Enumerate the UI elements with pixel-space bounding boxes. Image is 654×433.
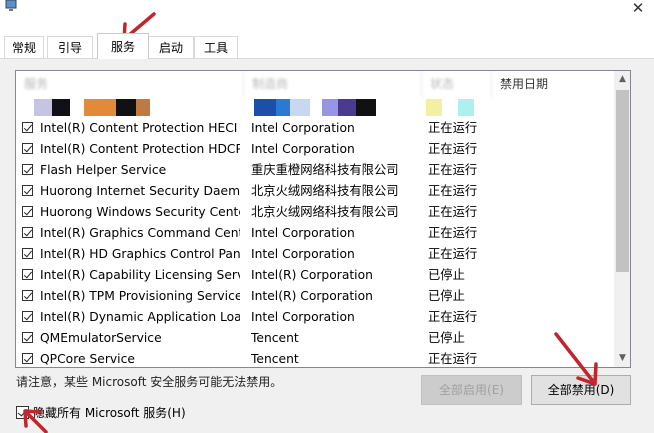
- close-icon: ✕: [631, 0, 645, 17]
- service-status: 正在运行: [428, 226, 478, 240]
- service-maker: 北京火绒网络科技有限公司: [251, 205, 399, 219]
- service-name: Intel(R) Content Protection HECI ...: [40, 121, 240, 135]
- table-row[interactable]: Intel(R) Dynamic Application Loa... Intel…: [16, 307, 616, 328]
- table-row[interactable]: Flash Helper Service 重庆重橙网络科技有限公司 正在运行: [16, 160, 616, 181]
- service-checkbox[interactable]: [22, 164, 33, 175]
- services-list[interactable]: 服务 制造商 状态 禁用日期 Intel(R) Content Protecti…: [15, 70, 631, 368]
- close-button[interactable]: ✕: [628, 0, 648, 17]
- table-row[interactable]: Intel(R) Content Protection HDCP... Intel…: [16, 139, 616, 160]
- column-status[interactable]: 状态: [422, 71, 492, 97]
- service-name: QPCore Service: [40, 352, 135, 366]
- tab-boot[interactable]: 引导: [47, 36, 93, 58]
- enable-all-button[interactable]: 全部启用(E): [421, 375, 522, 405]
- service-checkbox[interactable]: [22, 122, 33, 133]
- service-status: 正在运行: [428, 247, 478, 261]
- table-row[interactable]: Intel(R) Content Protection HECI ... Inte…: [16, 118, 616, 139]
- service-maker: Intel Corporation: [251, 142, 355, 156]
- hide-microsoft-services-label: 隐藏所有 Microsoft 服务(H): [33, 406, 186, 420]
- tab-services[interactable]: 服务: [97, 33, 149, 59]
- service-status: 正在运行: [428, 310, 478, 324]
- tab-general[interactable]: 常规: [4, 36, 44, 58]
- service-name: Intel(R) Graphics Command Cent...: [40, 226, 240, 240]
- table-row[interactable]: Intel(R) Capability Licensing Servi... In…: [16, 265, 616, 286]
- service-name: QMEmulatorService: [40, 331, 162, 345]
- service-name: Intel(R) Content Protection HDCP...: [40, 142, 240, 156]
- scroll-thumb[interactable]: [616, 90, 629, 272]
- table-row[interactable]: Huorong Internet Security Daem... 北京火绒网络科…: [16, 181, 616, 202]
- vertical-scrollbar[interactable]: ▲ ▼: [614, 71, 630, 367]
- tab-tools[interactable]: 工具: [194, 36, 238, 58]
- scroll-up-icon[interactable]: ▲: [614, 71, 630, 88]
- service-status: 正在运行: [428, 205, 478, 219]
- services-rows: Intel(R) Content Protection HECI ... Inte…: [16, 118, 616, 367]
- service-maker: Intel Corporation: [251, 121, 355, 135]
- column-maker[interactable]: 制造商: [244, 71, 422, 97]
- service-checkbox[interactable]: [22, 206, 33, 217]
- service-checkbox[interactable]: [22, 185, 33, 196]
- service-maker: Intel(R) Corporation: [251, 268, 373, 282]
- service-status: 正在运行: [428, 184, 478, 198]
- service-name: Intel(R) Dynamic Application Loa...: [40, 310, 240, 324]
- service-status: 正在运行: [428, 163, 478, 177]
- service-checkbox[interactable]: [22, 248, 33, 259]
- table-row[interactable]: QMEmulatorService Tencent 已停止: [16, 328, 616, 349]
- service-maker: 北京火绒网络科技有限公司: [251, 184, 399, 198]
- service-status: 已停止: [428, 331, 465, 345]
- column-service[interactable]: 服务: [16, 71, 244, 97]
- app-icon: [5, 0, 17, 11]
- service-name: Huorong Internet Security Daem...: [40, 184, 240, 198]
- checkbox-checked-icon[interactable]: [16, 406, 29, 419]
- tab-startup[interactable]: 启动: [148, 36, 194, 58]
- service-status: 已停止: [428, 289, 465, 303]
- service-name: Huorong Windows Security Center: [40, 205, 240, 219]
- title-bar: ✕: [0, 0, 654, 34]
- table-row[interactable]: Intel(R) TPM Provisioning Service Intel(R…: [16, 286, 616, 307]
- notice-text: 请注意，某些 Microsoft 安全服务可能无法禁用。: [16, 375, 283, 389]
- service-maker: Intel Corporation: [251, 310, 355, 324]
- service-maker: Tencent: [251, 331, 299, 345]
- table-row[interactable]: Huorong Windows Security Center 北京火绒网络科技有…: [16, 202, 616, 223]
- table-row[interactable]: Intel(R) HD Graphics Control Pan... Intel…: [16, 244, 616, 265]
- service-status: 正在运行: [428, 142, 478, 156]
- service-status: 正在运行: [428, 121, 478, 135]
- disable-all-button[interactable]: 全部禁用(D): [531, 375, 631, 405]
- table-row[interactable]: QPCore Service Tencent 正在运行: [16, 349, 616, 367]
- service-checkbox[interactable]: [22, 143, 33, 154]
- service-name: Intel(R) HD Graphics Control Pan...: [40, 247, 240, 261]
- column-header: 服务 制造商 状态 禁用日期: [16, 71, 616, 97]
- service-checkbox[interactable]: [22, 290, 33, 301]
- column-disabled-date[interactable]: 禁用日期: [492, 71, 614, 97]
- table-row[interactable]: Intel(R) Graphics Command Cent... Intel C…: [16, 223, 616, 244]
- scroll-down-icon[interactable]: ▼: [614, 350, 630, 367]
- service-checkbox[interactable]: [22, 332, 33, 343]
- service-maker: Tencent: [251, 352, 299, 366]
- service-maker: Intel Corporation: [251, 226, 355, 240]
- service-status: 正在运行: [428, 352, 478, 366]
- service-checkbox[interactable]: [22, 353, 33, 364]
- service-name: Intel(R) TPM Provisioning Service: [40, 289, 240, 303]
- service-name: Flash Helper Service: [40, 163, 167, 177]
- service-name: Intel(R) Capability Licensing Servi...: [40, 268, 240, 282]
- service-checkbox[interactable]: [22, 227, 33, 238]
- service-checkbox[interactable]: [22, 311, 33, 322]
- service-maker: Intel Corporation: [251, 247, 355, 261]
- obscured-row: [16, 99, 616, 117]
- service-checkbox[interactable]: [22, 269, 33, 280]
- service-maker: Intel(R) Corporation: [251, 289, 373, 303]
- service-maker: 重庆重橙网络科技有限公司: [251, 163, 399, 177]
- service-status: 已停止: [428, 268, 465, 282]
